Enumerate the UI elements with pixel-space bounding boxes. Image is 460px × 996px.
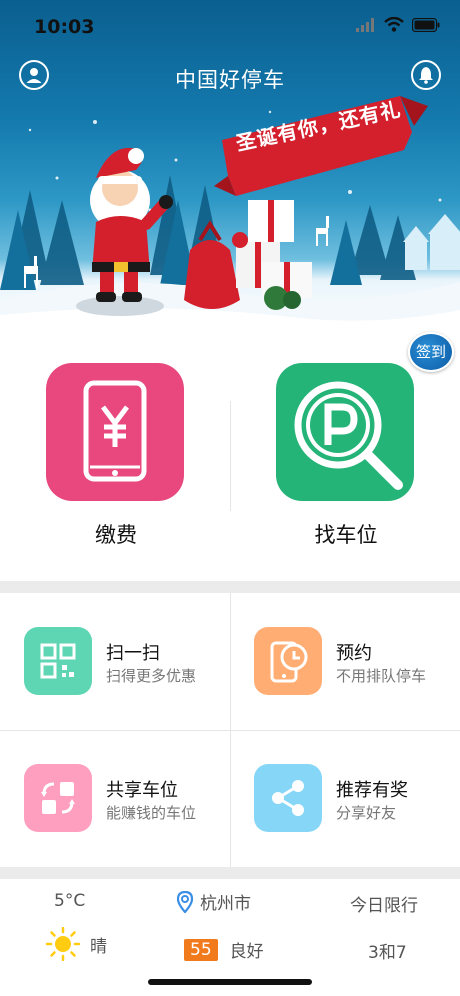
app-title: 中国好停车: [175, 68, 285, 92]
section-separator: [0, 581, 460, 593]
christmas-banner[interactable]: 10:03 中国好停车 圣诞有你，还有礼: [0, 0, 460, 333]
bell-icon: [419, 67, 433, 84]
cellular-signal-icon: [356, 17, 374, 32]
battery-icon: [412, 17, 440, 32]
restriction-title: 今日限行: [350, 896, 418, 916]
find-parking-label: 找车位: [314, 523, 378, 547]
shared-parking-item[interactable]: 共享车位 能赚钱的车位: [0, 730, 230, 867]
grid-divider-vertical: [230, 593, 231, 867]
phone-yuan-icon: [83, 380, 147, 482]
find-parking-tile: [276, 363, 414, 501]
referral-title: 推荐有奖: [336, 780, 408, 801]
qr-scan-icon: [24, 627, 92, 695]
status-icons: [356, 17, 440, 32]
status-time: 10:03: [34, 16, 95, 38]
scan-title: 扫一扫: [106, 643, 160, 664]
referral-subtitle: 分享好友: [336, 804, 397, 822]
wifi-icon: [384, 17, 404, 32]
aqi-badge: 55: [184, 938, 218, 961]
air-quality: 55 良好: [184, 937, 264, 962]
share-swap-icon: [24, 764, 92, 832]
reserve-subtitle: 不用排队停车: [336, 667, 427, 685]
find-parking-button[interactable]: 找车位: [276, 363, 416, 549]
condition-text: 晴: [90, 936, 107, 957]
pay-tile: [46, 363, 184, 501]
sun-icon: [45, 927, 81, 961]
pay-button[interactable]: 缴费: [46, 363, 186, 549]
temperature: 5°C: [54, 891, 86, 911]
shared-parking-subtitle: 能赚钱的车位: [106, 804, 197, 822]
city-name: 杭州市: [200, 894, 251, 914]
referral-item[interactable]: 推荐有奖 分享好友: [230, 730, 460, 867]
location[interactable]: 杭州市: [176, 889, 251, 914]
location-pin-icon: [176, 890, 194, 913]
main-actions: 缴费 找车位: [0, 333, 460, 581]
actions-divider: [230, 401, 231, 511]
service-grid: 扫一扫 扫得更多优惠 预约 不用排队停车 共享车位 能赚钱的车位 推荐有奖 分享…: [0, 593, 460, 867]
reserve-item[interactable]: 预约 不用排队停车: [230, 593, 460, 730]
scan-item[interactable]: 扫一扫 扫得更多优惠: [0, 593, 230, 730]
checkin-label: 签到: [408, 332, 454, 372]
scan-subtitle: 扫得更多优惠: [106, 667, 197, 685]
status-bar: 10:03: [0, 0, 460, 56]
section-separator: [0, 867, 460, 879]
share-icon: [254, 764, 322, 832]
weather-condition: 晴: [44, 927, 107, 961]
notifications-button[interactable]: [411, 60, 441, 90]
reserve-title: 预约: [336, 643, 372, 664]
phone-clock-icon: [254, 627, 322, 695]
aqi-label: 良好: [229, 942, 264, 962]
home-indicator[interactable]: [148, 979, 312, 985]
restriction-value: 3和7: [368, 943, 407, 963]
parking-search-icon: [294, 381, 403, 490]
pay-label: 缴费: [95, 523, 137, 547]
checkin-button[interactable]: 签到: [404, 326, 458, 376]
shared-parking-title: 共享车位: [106, 780, 178, 801]
